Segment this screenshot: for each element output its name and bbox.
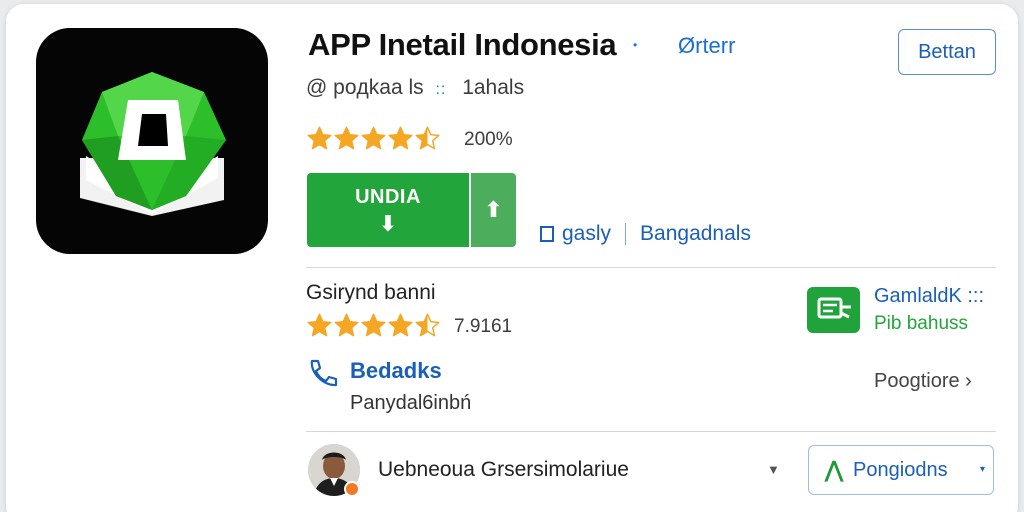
rating-stars [306, 125, 441, 152]
subtitle-right: 1ahals [462, 76, 525, 99]
app-title: APP Inetail Indonesia [308, 27, 617, 62]
document-icon [540, 226, 554, 242]
chevron-down-icon[interactable]: ▼ [767, 462, 780, 477]
meta-link-left[interactable]: gasly [562, 222, 611, 246]
subtitle-separator: :: [435, 81, 447, 98]
title-dot-icon: • [633, 38, 638, 52]
section-rating-stars [306, 312, 441, 339]
top-action-button[interactable]: Bettan [898, 29, 996, 75]
star-icon [307, 313, 332, 337]
footer-action-button[interactable]: ⋀ Pongiodns ▾ [808, 445, 994, 495]
subtitle-left: @ poдkaa ls [306, 76, 424, 99]
star-icon [361, 126, 386, 150]
promo-subtitle: Pib bahuss [874, 313, 969, 334]
star-icon [361, 313, 386, 337]
divider [306, 431, 996, 432]
footer-text: Uebneoua Grsersimolariue [378, 458, 629, 481]
meta-links: gasly Bangadnals [540, 222, 751, 246]
more-link[interactable]: Poogtiore › [874, 370, 972, 393]
avatar-badge [344, 481, 360, 497]
section-label: Gsirynd banni [306, 281, 436, 304]
star-icon [334, 126, 359, 150]
divider [306, 267, 996, 268]
footer-button-label: Pongiodns [853, 458, 948, 481]
developer-link[interactable]: Ørterr [678, 33, 735, 59]
download-arrow-icon: ⬇ [378, 210, 398, 236]
star-icon [334, 313, 359, 337]
meta-link-right[interactable]: Bangadnals [640, 222, 751, 246]
install-button[interactable]: UNDIA ⬇ [307, 173, 469, 247]
divider [625, 223, 627, 245]
dropdown-icon: ▾ [979, 464, 985, 475]
trend-icon: ⋀ [825, 457, 844, 482]
section-rating-value: 7.9161 [454, 316, 513, 337]
rating-percent: 200% [464, 129, 513, 150]
app-logo-icon [36, 28, 268, 254]
subtitle-row: @ poдkaa ls :: 1ahals [306, 76, 524, 100]
upload-arrow-icon: ⬆ [484, 197, 503, 222]
star-icon [415, 313, 440, 337]
promo-icon[interactable] [807, 287, 860, 333]
star-icon [307, 126, 332, 150]
phone-icon [306, 357, 338, 394]
install-options-button[interactable]: ⬆ [471, 173, 516, 247]
star-icon [388, 313, 413, 337]
promo-title[interactable]: GamlaldK ::: [874, 285, 984, 308]
star-icon [415, 126, 440, 150]
star-icon [388, 126, 413, 150]
install-label: UNDIA [355, 185, 421, 208]
contact-subtitle: Panydal6inbń [350, 392, 472, 414]
contact-title[interactable]: Bedadks [350, 358, 442, 384]
